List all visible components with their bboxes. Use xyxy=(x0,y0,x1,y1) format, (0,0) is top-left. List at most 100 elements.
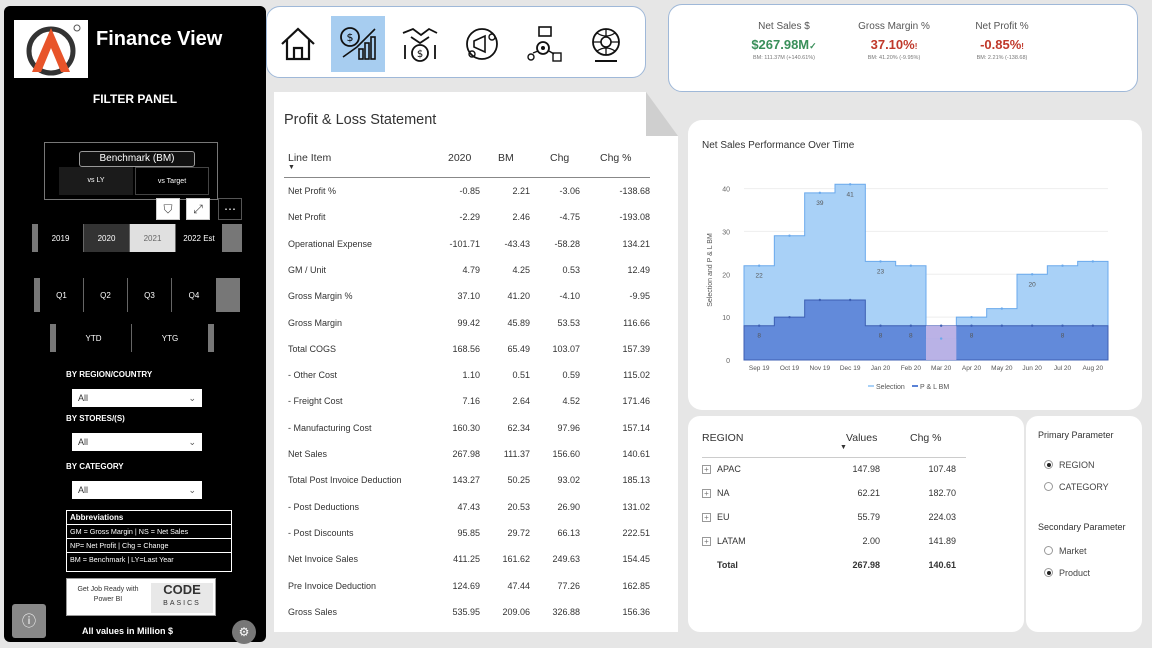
region-name: NA xyxy=(717,488,730,498)
col-header-chg-pct[interactable]: Chg % xyxy=(600,152,632,164)
pl-value-cell: 93.02 xyxy=(557,475,580,486)
warning-icon: ! xyxy=(1021,42,1024,51)
x-tick-label: Jan 20 xyxy=(871,365,891,372)
pl-value-cell: -138.68 xyxy=(619,186,650,196)
parameter-panel: Primary Parameter REGION CATEGORY Second… xyxy=(1026,416,1142,632)
pl-line-item: - Freight Cost xyxy=(288,396,343,407)
quarter-q1-button[interactable]: Q1 xyxy=(40,278,84,312)
x-tick-label: May 20 xyxy=(991,365,1013,372)
region-value-cell: 62.21 xyxy=(857,488,880,498)
pl-value-cell: 50.25 xyxy=(507,475,530,486)
col-header-chg-pct[interactable]: Chg % xyxy=(910,432,942,444)
col-header-values[interactable]: Values xyxy=(846,432,877,444)
stores-dropdown-value: All xyxy=(78,437,89,447)
bm-point xyxy=(757,324,761,327)
expand-icon[interactable]: + xyxy=(702,489,711,499)
focus-mode-icon[interactable]: ⤢ xyxy=(186,198,210,220)
stores-dropdown[interactable]: All ⌄ xyxy=(72,433,202,451)
radio-market[interactable]: Market xyxy=(1044,546,1087,556)
primary-parameter-label: Primary Parameter xyxy=(1038,430,1114,440)
period-ytd-button[interactable]: YTD xyxy=(56,324,132,352)
quarter-q2-button[interactable]: Q2 xyxy=(84,278,128,312)
region-dropdown[interactable]: All ⌄ xyxy=(72,389,202,407)
period-ytg-button[interactable]: YTG xyxy=(132,324,208,352)
col-header-chg[interactable]: Chg xyxy=(550,152,569,164)
pl-value-cell: -0.85 xyxy=(459,186,480,196)
radio-category[interactable]: CATEGORY xyxy=(1044,482,1109,492)
promo-banner[interactable]: Get Job Ready with Power BI CODE BASICS xyxy=(66,578,216,616)
pl-value-cell: 143.27 xyxy=(452,475,480,486)
benchmark-vs-target-button[interactable]: vs Target xyxy=(135,167,209,195)
region-cell: + APAC xyxy=(702,464,741,475)
region-cell: + NA xyxy=(702,488,730,499)
data-label-bm: 8 xyxy=(757,333,761,340)
pl-line-item: - Post Deductions xyxy=(288,501,360,512)
finance-chart-icon: $ xyxy=(340,27,376,60)
quarter-q4-button[interactable]: Q4 xyxy=(172,278,216,312)
category-dropdown[interactable]: All ⌄ xyxy=(72,481,202,499)
pl-value-cell: 131.02 xyxy=(622,501,650,512)
nav-sales-button[interactable]: $ xyxy=(393,16,447,72)
year-2022-est-button[interactable]: 2022 Est xyxy=(176,224,222,252)
selection-point xyxy=(818,191,822,195)
x-tick-label: Apr 20 xyxy=(962,365,982,372)
col-header-line-item[interactable]: Line Item xyxy=(288,152,331,164)
pl-line-item: Total COGS xyxy=(288,343,337,354)
pl-value-cell: -2.29 xyxy=(459,212,480,223)
data-label-selection: 20 xyxy=(1029,281,1037,288)
region-name: LATAM xyxy=(717,536,746,546)
pl-value-cell: 157.39 xyxy=(622,343,650,354)
pl-value-cell: 1.10 xyxy=(462,370,480,381)
expand-icon[interactable]: + xyxy=(702,465,711,475)
col-header-2020[interactable]: 2020 xyxy=(448,152,471,164)
filter-icon[interactable]: ⛉ xyxy=(156,198,180,220)
warning-icon: ! xyxy=(914,42,918,51)
benchmark-vs-ly-button[interactable]: vs LY xyxy=(59,167,133,195)
nav-marketing-button[interactable] xyxy=(455,16,509,72)
pl-header-row: Line Item ▼ 2020 BM Chg Chg % xyxy=(284,150,650,178)
pl-line-item: Pre Invoice Deduction xyxy=(288,580,377,591)
bm-point xyxy=(1091,324,1095,327)
nav-home-button[interactable] xyxy=(271,16,325,72)
nav-finance-button[interactable]: $ xyxy=(331,16,385,72)
kpi-title: Net Profit % xyxy=(975,21,1029,32)
expand-icon[interactable]: + xyxy=(702,513,711,523)
bm-point xyxy=(818,298,822,302)
expand-icon[interactable]: + xyxy=(702,537,711,547)
quarter-q3-button[interactable]: Q3 xyxy=(128,278,172,312)
radio-product[interactable]: Product xyxy=(1044,568,1090,578)
pl-line-item: Net Profit xyxy=(288,212,326,223)
kpi-card: Net Sales $ $267.98M✓ BM: 111.37M (+140.… xyxy=(668,4,1138,92)
pl-line-item: GM / Unit xyxy=(288,264,327,275)
y-tick-label: 20 xyxy=(722,272,730,279)
pl-value-cell: 47.43 xyxy=(457,501,480,512)
abbreviations-box: Abbreviations GM = Gross Margin | NS = N… xyxy=(66,510,232,572)
year-2021-button[interactable]: 2021 xyxy=(130,224,176,252)
net-sales-area-chart[interactable]: 0 10 20 30 40 22 39 41 23 20 8 8 8 8 8 Sep 19 Oct 19 Nov … xyxy=(688,120,1142,410)
nav-executive-button[interactable] xyxy=(579,16,633,72)
pl-line-item: Net Sales xyxy=(288,449,328,459)
radio-region[interactable]: REGION xyxy=(1044,460,1095,470)
y-axis-label: Selection and P & L BM xyxy=(707,233,714,307)
pl-value-cell: 160.30 xyxy=(452,422,480,433)
category-filter-label: BY CATEGORY xyxy=(66,462,124,471)
pl-value-cell: 45.89 xyxy=(507,317,530,328)
year-2019-button[interactable]: 2019 xyxy=(38,224,84,252)
bm-point xyxy=(879,324,882,327)
region-value-cell: 2.00 xyxy=(862,536,880,546)
check-icon: ✓ xyxy=(809,41,817,51)
more-options-icon[interactable]: ⋯ xyxy=(218,198,242,220)
year-2020-button[interactable]: 2020 xyxy=(84,224,130,252)
col-header-bm[interactable]: BM xyxy=(498,152,514,164)
col-header-region[interactable]: REGION xyxy=(702,432,743,444)
kpi-value: 37.10%! xyxy=(870,37,918,52)
region-cell: Total xyxy=(717,560,738,570)
selection-point xyxy=(1000,307,1004,310)
info-icon[interactable]: ⓘ xyxy=(12,604,46,638)
bm-point xyxy=(848,298,852,302)
pl-value-cell: -4.75 xyxy=(559,212,580,223)
settings-icon[interactable]: ⚙ xyxy=(232,620,256,644)
pl-value-cell: 4.52 xyxy=(562,396,580,407)
pl-value-cell: 41.20 xyxy=(507,291,530,302)
nav-supply-chain-button[interactable] xyxy=(517,16,571,72)
